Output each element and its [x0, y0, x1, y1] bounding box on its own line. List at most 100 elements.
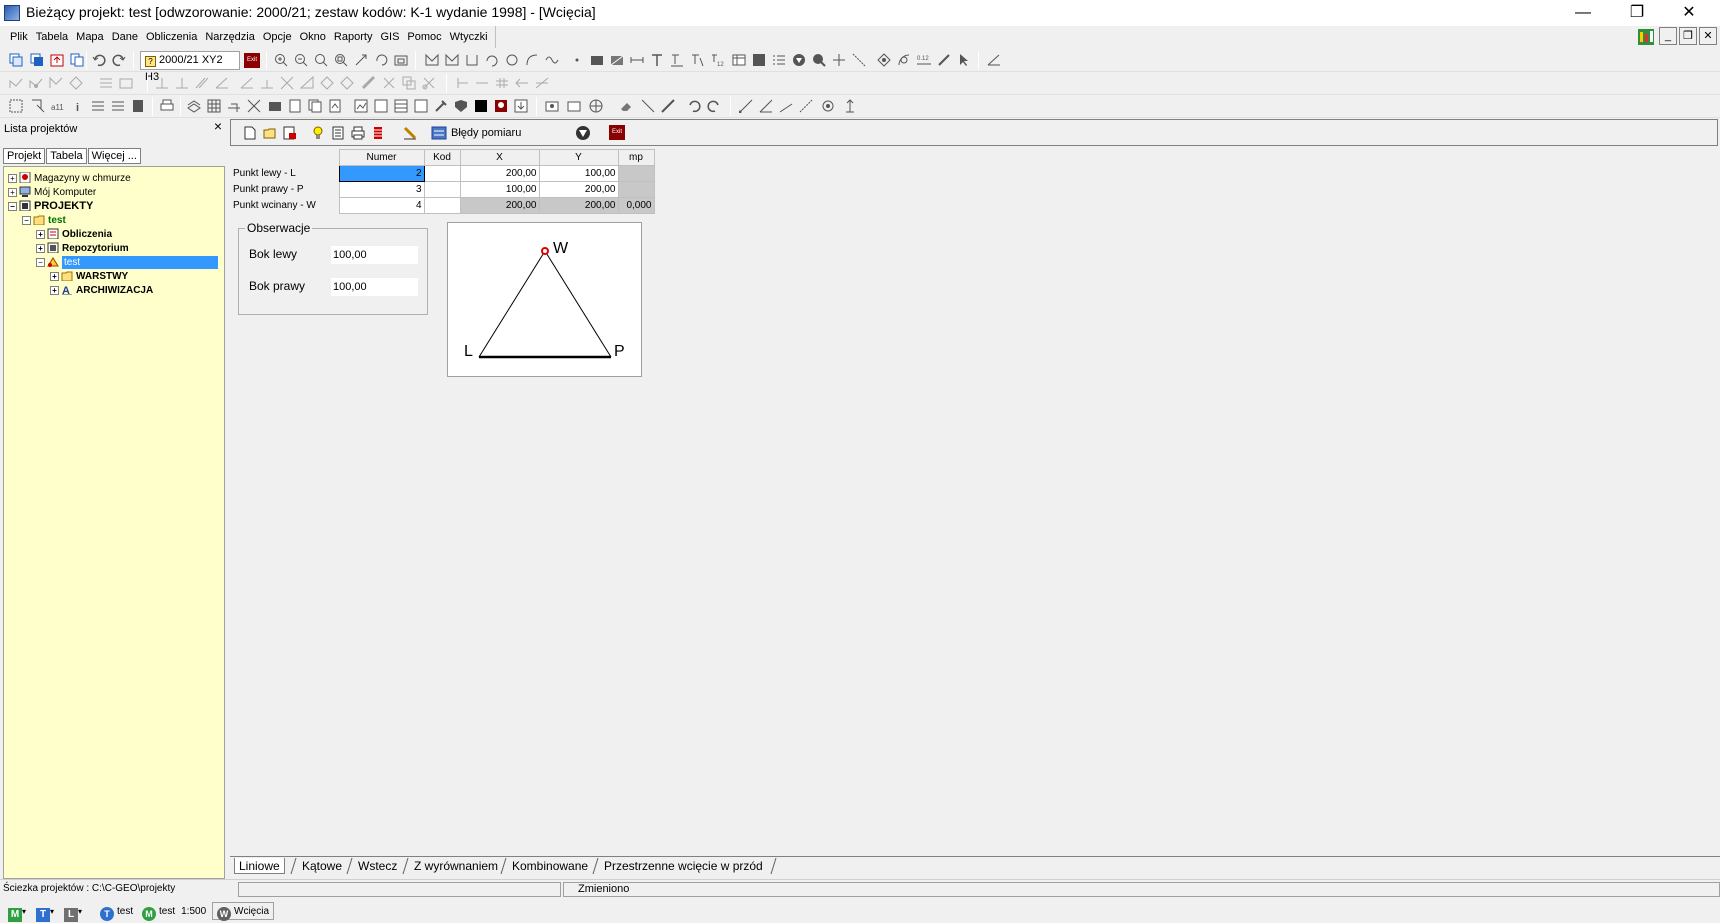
select-icon[interactable] — [31, 99, 45, 113]
import-icon[interactable] — [514, 99, 528, 113]
measure-line-icon[interactable] — [739, 99, 753, 113]
measure-slope-icon[interactable] — [779, 99, 793, 113]
new-file-icon[interactable] — [243, 126, 257, 140]
save-report-icon[interactable] — [283, 126, 297, 140]
exit-icon[interactable]: Exit — [244, 53, 260, 68]
tab-projekt[interactable]: Projekt — [3, 148, 46, 164]
location-icon[interactable] — [494, 99, 508, 113]
map-edit-icon[interactable] — [374, 99, 388, 113]
map-layers-icon[interactable] — [394, 99, 408, 113]
pointer-icon[interactable] — [957, 53, 971, 67]
redo-icon[interactable] — [112, 53, 126, 67]
arc-measure-icon[interactable] — [897, 53, 911, 67]
table-icon[interactable] — [732, 53, 746, 67]
m-module-button[interactable]: M ▾ — [8, 903, 26, 922]
stack-icon[interactable] — [371, 126, 385, 140]
expand-icon[interactable]: + — [50, 286, 59, 295]
photo-icon[interactable] — [545, 99, 559, 113]
pencil-edit-icon[interactable] — [403, 126, 417, 140]
zoom-in-icon[interactable] — [274, 53, 288, 67]
expand-icon[interactable]: + — [50, 272, 59, 281]
expand-icon[interactable]: + — [8, 188, 17, 197]
tools-icon[interactable] — [434, 99, 448, 113]
undo-icon[interactable] — [92, 53, 106, 67]
maximize-button[interactable]: ❐ — [1614, 0, 1660, 26]
draw-spline-icon[interactable] — [545, 53, 559, 67]
lightbulb-icon[interactable] — [311, 126, 325, 140]
print-icon[interactable] — [351, 126, 365, 140]
cell-numer[interactable]: 2 — [338, 165, 425, 182]
menu-item-narzędzia[interactable]: Narzędzia — [201, 31, 259, 43]
line-measure-icon[interactable] — [852, 53, 866, 67]
windows-icon[interactable] — [9, 53, 23, 67]
l-module-button[interactable]: L ▾ — [64, 903, 82, 922]
cell-numer[interactable]: 3 — [338, 181, 425, 198]
fill-area-icon[interactable] — [610, 53, 624, 67]
cell-kod[interactable] — [423, 181, 461, 198]
cell-kod[interactable] — [423, 197, 461, 214]
menu-item-tabela[interactable]: Tabela — [32, 31, 72, 43]
menu-item-okno[interactable]: Okno — [296, 31, 330, 43]
print-icon[interactable] — [160, 99, 174, 113]
tree-node-obliczenia[interactable]: + Obliczenia — [36, 228, 112, 241]
info-icon[interactable]: i — [71, 99, 85, 113]
page-icon[interactable] — [288, 99, 302, 113]
collapse-icon[interactable]: − — [36, 258, 45, 267]
tree-node-repozytorium[interactable]: + Repozytorium — [36, 242, 129, 255]
draw-curve-icon[interactable] — [525, 53, 539, 67]
close-button[interactable]: ✕ — [1666, 0, 1712, 26]
draw-bracket-icon[interactable] — [465, 53, 479, 67]
tree-node-archiwizacja[interactable]: + A ARCHIWIZACJA — [50, 284, 153, 297]
shield-icon[interactable] — [454, 99, 468, 113]
stop-icon[interactable] — [131, 99, 145, 113]
mdi-restore-button[interactable]: ❐ — [1679, 27, 1697, 45]
menu-item-plik[interactable]: Plik — [6, 31, 32, 43]
eraser-icon[interactable] — [619, 99, 633, 113]
box-icon[interactable] — [268, 99, 282, 113]
cell-x[interactable]: 100,00 — [459, 181, 540, 198]
collapse-icon[interactable]: − — [22, 216, 31, 225]
text-rotate-icon[interactable] — [690, 53, 704, 67]
col-header-kod[interactable]: Kod — [423, 149, 461, 166]
layers-icon[interactable] — [187, 99, 201, 113]
globe-icon[interactable] — [589, 99, 603, 113]
block-icon[interactable] — [752, 53, 766, 67]
height-icon[interactable] — [843, 99, 857, 113]
exit-wciecia-icon[interactable]: Exit — [609, 125, 625, 140]
copy-icon[interactable] — [70, 53, 84, 67]
tab-wiecej[interactable]: Więcej ... — [87, 148, 141, 164]
text-icon[interactable] — [650, 53, 664, 67]
tree-node-komputer[interactable]: + Mój Komputer — [8, 186, 96, 199]
expand-icon[interactable]: + — [8, 174, 17, 183]
cell-y[interactable]: 100,00 — [538, 165, 619, 182]
upload-icon[interactable] — [50, 53, 64, 67]
draw-polyline-icon[interactable] — [425, 53, 439, 67]
expand-icon[interactable]: + — [36, 230, 45, 239]
project-list-close-button[interactable]: × — [214, 118, 222, 134]
cell-kod[interactable] — [423, 165, 461, 182]
document-icon[interactable] — [331, 126, 345, 140]
menu-item-pomoc[interactable]: Pomoc — [403, 31, 445, 43]
color-black-icon[interactable] — [474, 99, 488, 113]
symbol-icon[interactable] — [792, 53, 806, 67]
tree-node-magazyny[interactable]: + Magazyny w chmurze — [8, 172, 131, 185]
symbol-search-icon[interactable] — [812, 53, 826, 67]
draw-point-icon[interactable] — [570, 53, 584, 67]
angle-icon[interactable] — [987, 53, 1001, 67]
rotate-icon[interactable] — [877, 53, 891, 67]
move-icon[interactable] — [832, 53, 846, 67]
measure-dist-icon[interactable] — [799, 99, 813, 113]
projection-combo[interactable]: ? 2000/21 XY2 H3 — [140, 51, 240, 83]
text-label-icon[interactable]: 125 — [710, 53, 724, 67]
pages-icon[interactable] — [308, 99, 322, 113]
tab-tabela[interactable]: Tabela — [46, 148, 87, 164]
col-header-mp[interactable]: mp — [617, 149, 655, 166]
mdi-minimize-button[interactable]: _ — [1659, 27, 1677, 45]
map-icon[interactable] — [354, 99, 368, 113]
window-cascade-icon[interactable] — [30, 53, 44, 67]
measure-value-icon[interactable]: 0.12 — [917, 53, 931, 67]
cell-y[interactable]: 200,00 — [538, 181, 619, 198]
tree-node-test-folder[interactable]: − test — [22, 214, 66, 227]
list-icon[interactable] — [772, 53, 786, 67]
draw-circle-icon[interactable] — [505, 53, 519, 67]
